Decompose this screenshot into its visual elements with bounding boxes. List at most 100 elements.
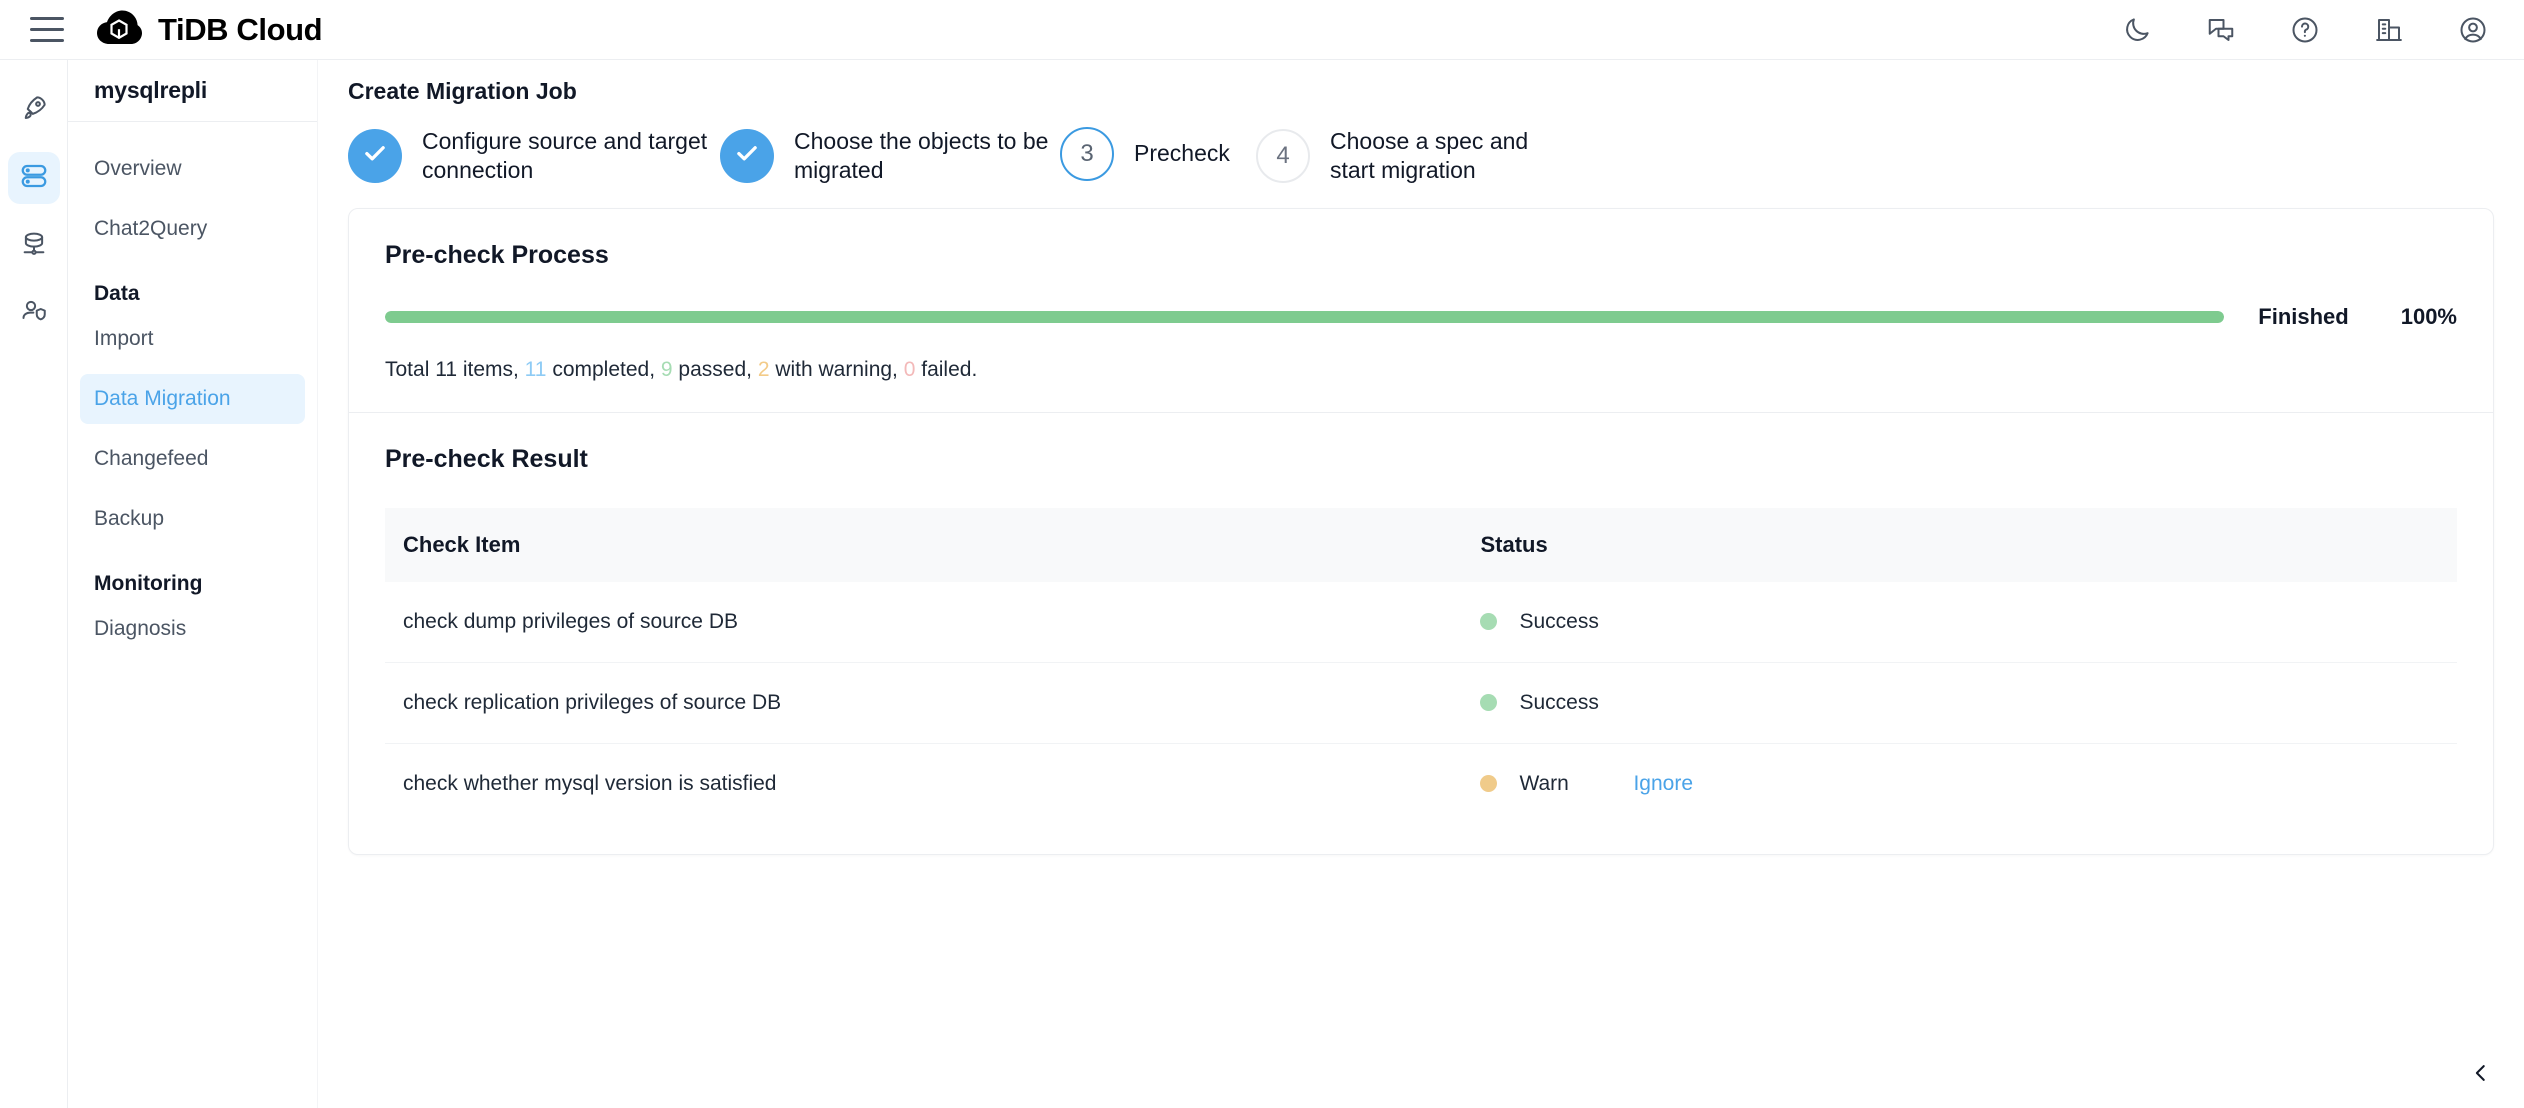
sidebar-item-overview[interactable]: Overview [80,144,305,194]
sidebar-item-changefeed[interactable]: Changefeed [80,434,305,484]
precheck-result-title: Pre-check Result [385,444,588,473]
column-header-check-item: Check Item [385,507,1463,582]
step-bubble-2 [720,129,774,184]
table-row: check dump privileges of source DB Succe… [385,582,2457,663]
progress-percent: 100% [2400,303,2457,329]
progress-bar [385,310,2225,323]
brand[interactable]: TiDB Cloud [96,10,323,50]
precheck-result-section: Pre-check Result Check Item Status check… [349,411,2493,854]
organization-icon[interactable] [2368,9,2410,51]
status-cell-wrapper: Success [1462,582,2457,663]
step-precheck[interactable]: 3 Precheck [1060,127,1256,181]
cluster-name: mysqlrepli [94,77,208,103]
help-icon[interactable] [2284,9,2326,51]
hamburger-icon[interactable] [24,7,70,53]
check-item-cell: check replication privileges of source D… [385,661,1463,744]
account-icon[interactable] [2452,9,2494,51]
status-cell: Warn Ignore [1480,772,2439,796]
sidebar-item-data-migration[interactable]: Data Migration [80,374,305,424]
rocket-icon [19,93,49,128]
summary-warning-suffix: with warning, [769,357,904,381]
status-dot-success-icon [1480,613,1498,631]
rail-item-clusters[interactable] [7,152,60,204]
status-text: Warn [1519,771,1569,795]
step-bubble-1 [348,129,402,184]
progress-status: Finished [2258,303,2349,329]
precheck-card: Pre-check Process Finished 100% Total 11… [348,207,2494,855]
database-icon [19,229,49,264]
cluster-sidebar: mysqlrepli Overview Chat2Query Data Impo… [68,60,325,1108]
sidebar-header: mysqlrepli [68,60,317,122]
check-item-cell: check whether mysql version is satisfied [385,742,1463,824]
status-text: Success [1519,690,1599,714]
sidebar-item-chat2query[interactable]: Chat2Query [80,204,305,254]
status-cell: Success [1480,691,2439,715]
precheck-result-table: Check Item Status check dump privileges … [385,507,2457,824]
main-content: Create Migration Job Configure source an… [318,60,2524,1108]
summary-completed-suffix: completed, [546,357,661,381]
summary-failed-suffix: failed. [915,357,978,381]
sidebar-item-import[interactable]: Import [80,314,305,364]
step-configure-connection[interactable]: Configure source and target connection [348,127,720,186]
rail-item-databases[interactable] [8,220,60,272]
sidebar-group-monitoring: Monitoring [94,572,203,595]
status-cell-wrapper: Warn Ignore [1462,742,2457,824]
brand-title: TiDB Cloud [158,11,323,47]
summary-passed-count: 9 [660,357,673,381]
summary-prefix: Total 11 items, [385,357,525,381]
body: mysqlrepli Overview Chat2Query Data Impo… [0,60,2524,1108]
status-dot-success-icon [1480,694,1498,712]
step-label-3: Precheck [1134,140,1230,167]
hamburger-line [30,17,64,20]
precheck-summary: Total 11 items, 11 completed, 9 passed, … [385,358,2457,382]
table-row: check whether mysql version is satisfied… [385,742,2457,824]
hamburger-line [30,39,64,42]
page-title: Create Migration Job [348,78,577,104]
top-bar: TiDB Cloud [0,0,2524,60]
main-header: Create Migration Job Configure source an… [318,60,2524,208]
tidb-cloud-logo [96,10,142,50]
table-row: check replication privileges of source D… [385,661,2457,744]
sidebar-nav: Overview Chat2Query Data Import Data Mig… [68,122,317,664]
column-header-status: Status [1462,507,2457,582]
topbar-icons [2116,9,2494,51]
check-icon [733,139,761,174]
precheck-process-section: Pre-check Process Finished 100% Total 11… [349,209,2493,412]
rail-item-access[interactable] [8,288,60,340]
status-cell-wrapper: Success [1462,661,2457,744]
user-shield-icon [19,297,49,332]
summary-warning-count: 2 [757,357,770,381]
dark-mode-icon[interactable] [2116,9,2158,51]
status-text: Success [1519,609,1599,633]
status-cell: Success [1480,610,2439,634]
step-bubble-3: 3 [1060,127,1114,181]
app-root: TiDB Cloud mysqlrepli Overview Chat2Quer… [0,0,2524,1108]
icon-rail [0,60,68,1108]
hamburger-line [30,28,64,31]
chevron-left-icon[interactable] [2464,1056,2498,1090]
ignore-button[interactable]: Ignore [1633,772,1693,796]
sidebar-item-diagnosis[interactable]: Diagnosis [80,604,305,654]
summary-passed-suffix: passed, [672,357,758,381]
sidebar-item-backup[interactable]: Backup [80,494,305,544]
summary-failed-count: 0 [903,357,916,381]
step-label-1: Configure source and target connection [422,128,708,184]
check-icon [361,139,389,174]
progress-row: Finished 100% [385,304,2457,330]
step-label-4: Choose a spec and start migration [1330,128,1529,184]
table-header-row: Check Item Status [385,507,2457,582]
step-label-2: Choose the objects to be migrated [794,128,1049,184]
summary-completed-count: 11 [524,357,547,381]
rail-item-getting-started[interactable] [8,84,60,136]
table-body: check dump privileges of source DB Succe… [385,582,2457,824]
clusters-icon [19,161,49,196]
step-choose-spec[interactable]: 4 Choose a spec and start migration [1256,127,1556,186]
progress-bar-fill [385,310,2225,323]
feedback-chat-icon[interactable] [2200,9,2242,51]
check-item-cell: check dump privileges of source DB [403,609,738,633]
sidebar-group-data: Data [94,282,140,305]
step-choose-objects[interactable]: Choose the objects to be migrated [720,127,1060,186]
precheck-process-title: Pre-check Process [385,240,609,269]
migration-stepper: Configure source and target connection C… [348,127,2494,208]
status-dot-warn-icon [1480,775,1498,793]
